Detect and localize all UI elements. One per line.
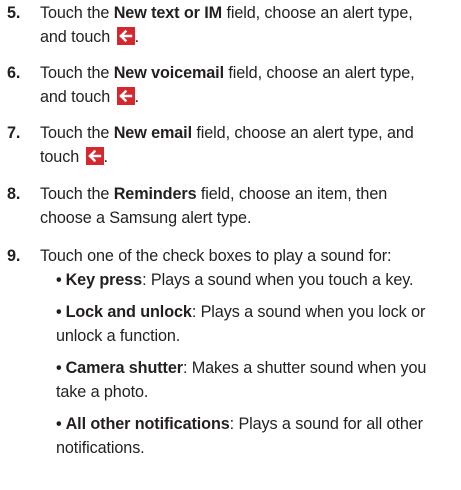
step-text: Touch the New voicemail field, choose an…	[40, 64, 415, 106]
option-name: Lock and unlock	[65, 303, 192, 321]
back-arrow-icon	[116, 27, 135, 45]
back-arrow-icon	[116, 87, 135, 105]
step-text: Touch the Reminders field, choose an ite…	[40, 185, 388, 227]
bullet-all-other-notifications: • All other notifications: Plays a sound …	[56, 415, 423, 457]
step-text: Touch the New text or IM field, choose a…	[40, 4, 413, 46]
bullet-lock-and-unlock: • Lock and unlock: Plays a sound when you…	[56, 303, 426, 345]
manual-page: 5. Touch the New text or IM field, choos…	[0, 0, 461, 490]
option-name: All other notifications	[65, 415, 230, 433]
step-number: 5.	[7, 4, 21, 22]
step-text: Touch one of the check boxes to play a s…	[40, 247, 392, 265]
bullet-camera-shutter: • Camera shutter: Makes a shutter sound w…	[56, 359, 427, 401]
field-name: New text or IM	[113, 4, 223, 22]
step-number: 8.	[7, 185, 21, 203]
step-text: Touch the New email field, choose an ale…	[40, 124, 414, 166]
field-name: Reminders	[113, 185, 197, 203]
bullet-dot: •	[56, 415, 62, 433]
bullet-dot: •	[56, 303, 62, 321]
back-arrow-icon	[85, 147, 104, 165]
field-name: New voicemail	[113, 64, 224, 82]
step-number: 7.	[7, 124, 21, 142]
bullet-dot: •	[56, 359, 62, 377]
step-number: 6.	[7, 64, 21, 82]
bullet-dot: •	[56, 271, 62, 289]
bullet-key-press: • Key press: Plays a sound when you touch…	[56, 271, 414, 289]
option-name: Camera shutter	[65, 359, 183, 377]
option-name: Key press	[65, 271, 143, 289]
field-name: New email	[113, 124, 192, 142]
step-number: 9.	[7, 247, 21, 265]
